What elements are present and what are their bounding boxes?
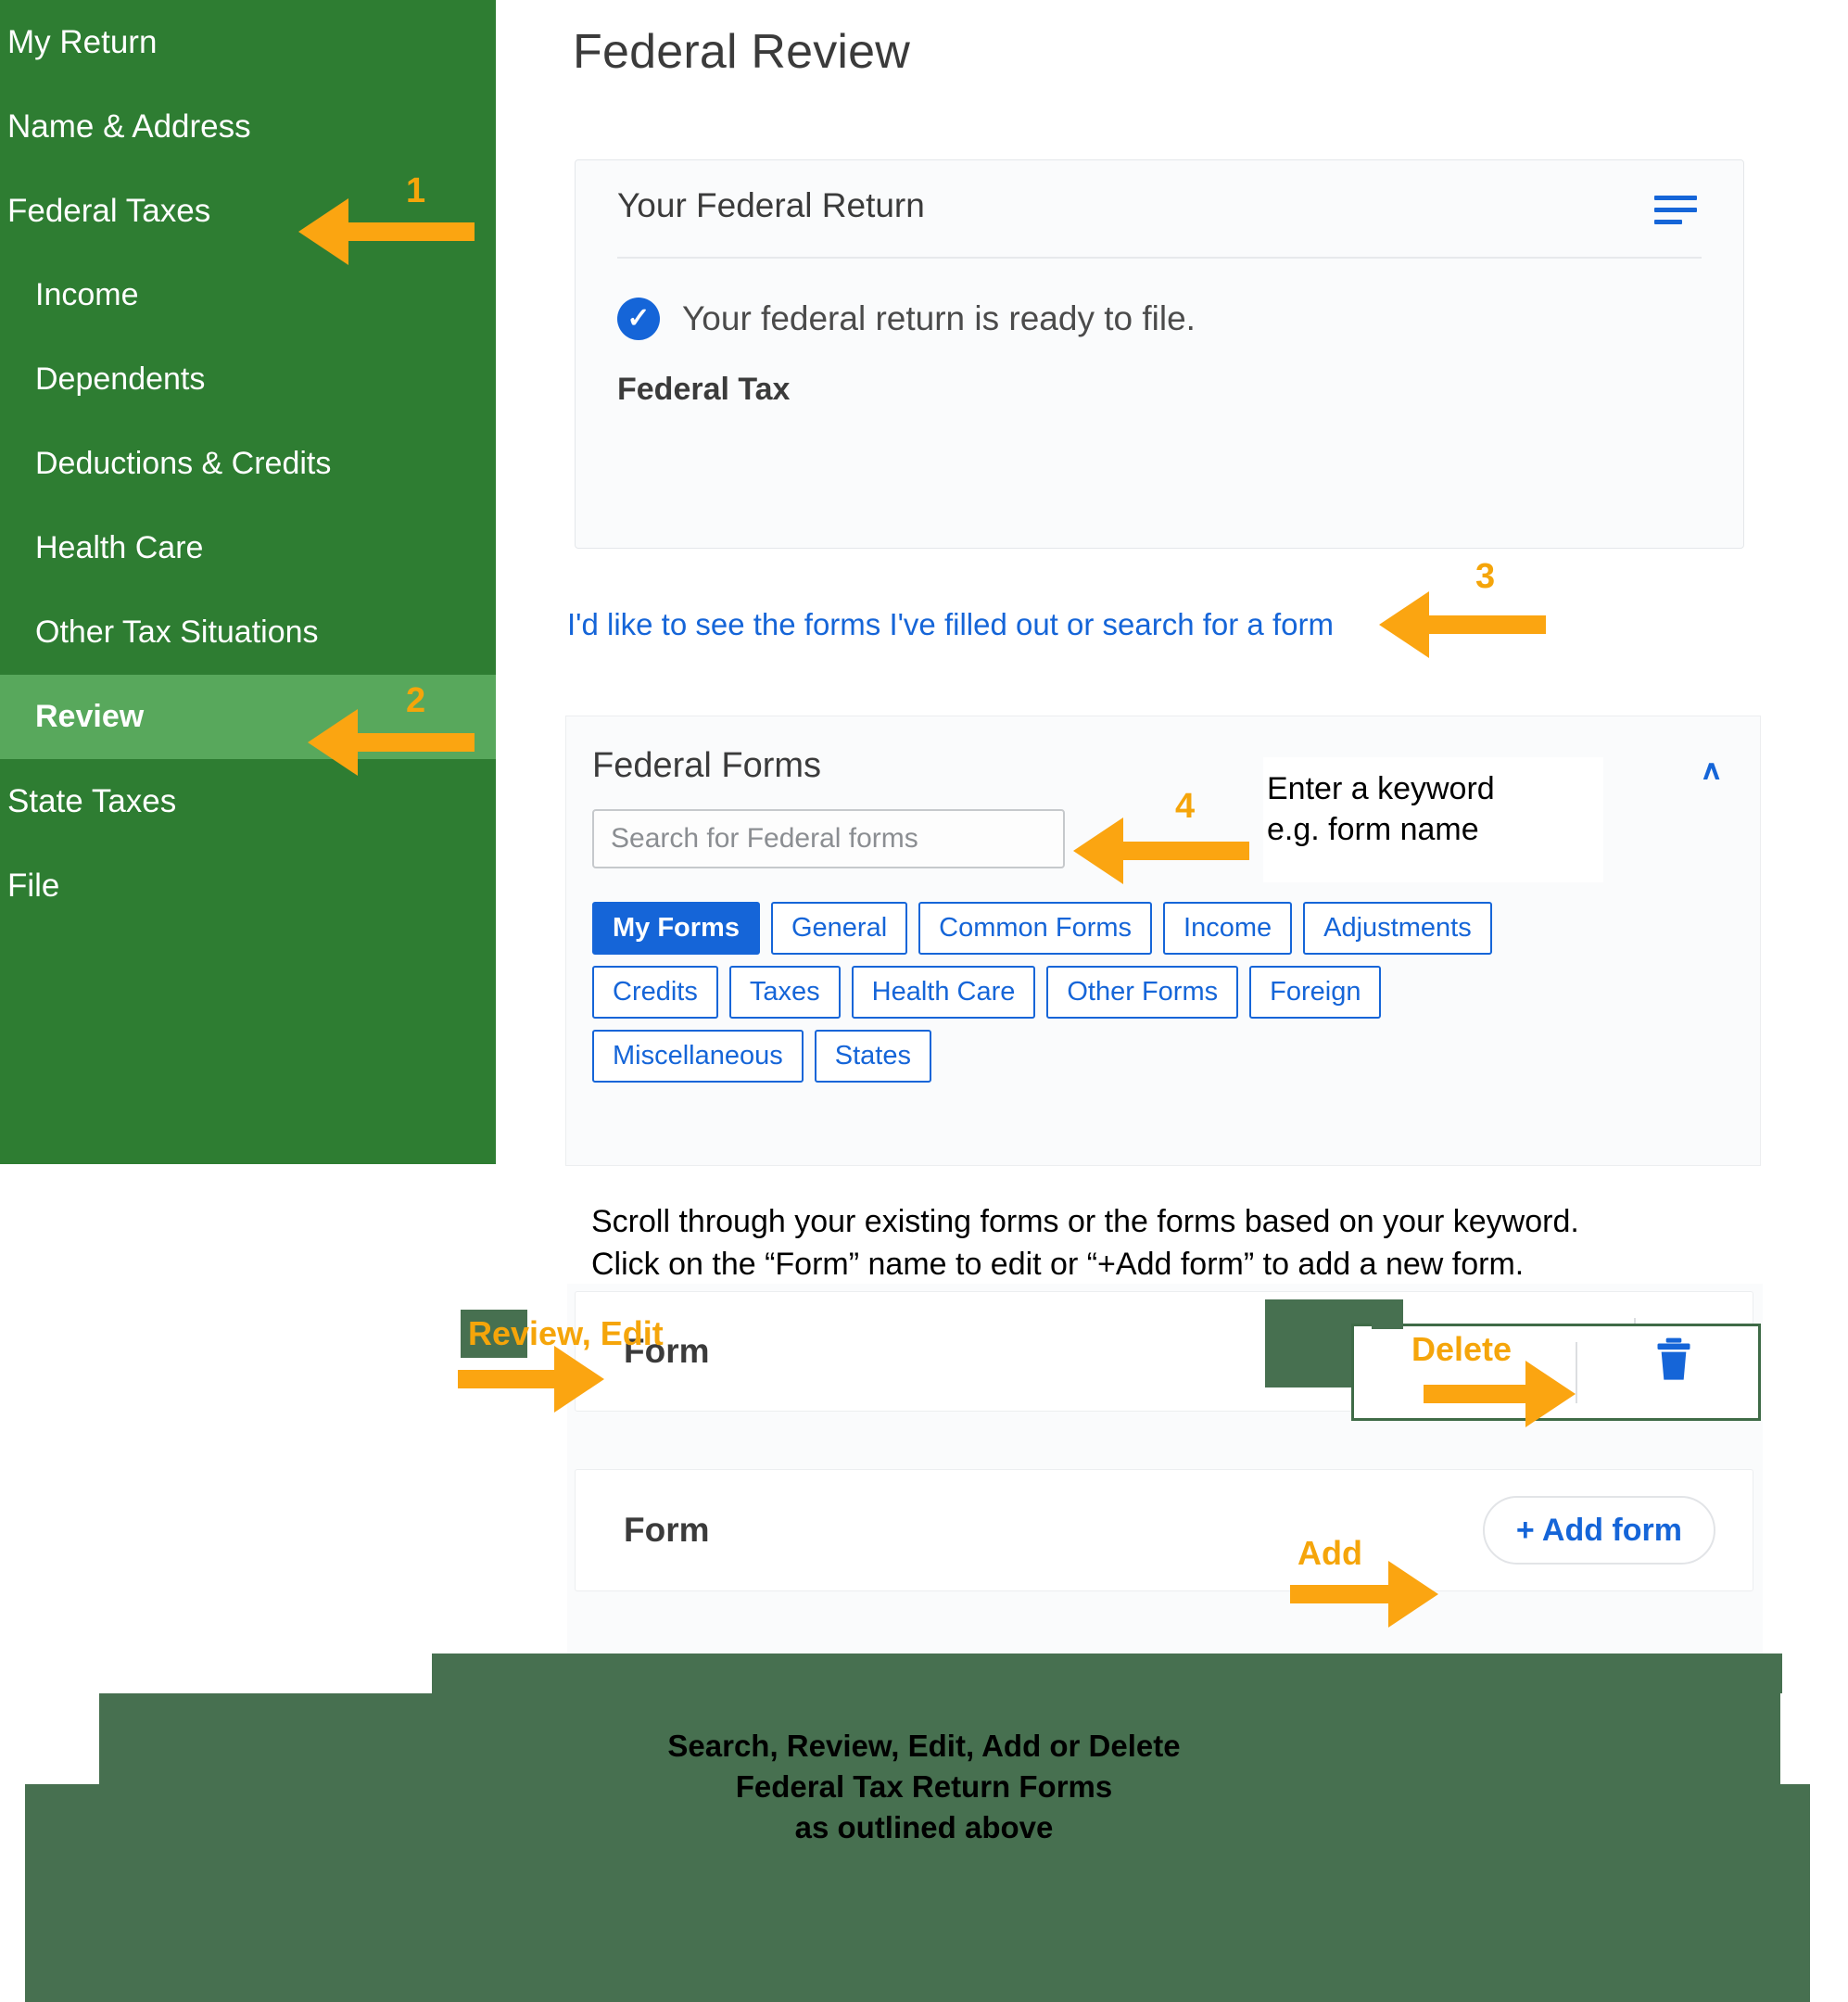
callout-arrow-2: [308, 709, 475, 776]
search-input[interactable]: [592, 809, 1065, 868]
chip-other-forms[interactable]: Other Forms: [1046, 966, 1239, 1019]
sidebar-item-health-care[interactable]: Health Care: [0, 506, 496, 590]
card-header: Your Federal Return: [576, 160, 1743, 258]
hamburger-line-2: [1654, 208, 1697, 212]
banner-band-top-right: [1576, 1654, 1782, 1693]
trash-icon[interactable]: [1655, 1337, 1692, 1383]
hamburger-menu-icon[interactable]: [1654, 196, 1697, 224]
return-status-text: Your federal return is ready to file.: [682, 299, 1196, 337]
sidebar-item-file[interactable]: File: [0, 843, 496, 928]
card-divider: [617, 257, 1702, 259]
table-row[interactable]: Form + Add form: [575, 1469, 1753, 1591]
chip-general[interactable]: General: [770, 902, 908, 955]
chip-common-forms[interactable]: Common Forms: [918, 902, 1153, 955]
green-occluder-small: [1372, 1299, 1403, 1329]
keyword-callout-line2: e.g. form name: [1267, 812, 1479, 847]
banner-caption-line3: as outlined above: [794, 1810, 1054, 1844]
callout-arrow-1: [298, 198, 475, 265]
chip-income[interactable]: Income: [1163, 902, 1293, 955]
sidebar-item-dependents[interactable]: Dependents: [0, 337, 496, 422]
review-edit-arrow: [458, 1346, 643, 1413]
keyword-callout: Enter a keyword e.g. form name: [1263, 757, 1603, 882]
chip-row-3: Miscellaneous States: [592, 1030, 1741, 1083]
chip-miscellaneous[interactable]: Miscellaneous: [592, 1030, 804, 1083]
card-title: Your Federal Return: [617, 186, 925, 224]
keyword-callout-line1: Enter a keyword: [1267, 771, 1495, 806]
delete-arrow: [1424, 1361, 1577, 1427]
see-forms-link[interactable]: I'd like to see the forms I've filled ou…: [567, 607, 1334, 642]
page-title: Federal Review: [573, 25, 911, 79]
form-row-label[interactable]: Form: [624, 1511, 710, 1550]
form-category-chips: My Forms General Common Forms Income Adj…: [592, 902, 1741, 1094]
chip-states[interactable]: States: [814, 1030, 931, 1083]
hamburger-line-3: [1654, 220, 1682, 224]
chip-health-care[interactable]: Health Care: [851, 966, 1036, 1019]
chip-taxes[interactable]: Taxes: [728, 966, 841, 1019]
chip-my-forms[interactable]: My Forms: [592, 902, 760, 955]
federal-forms-title: Federal Forms: [592, 746, 822, 785]
add-arrow: [1290, 1561, 1466, 1628]
check-circle-icon: ✓: [617, 298, 660, 340]
callout-arrow-3: [1379, 591, 1546, 658]
scroll-instructions-line1: Scroll through your existing forms or th…: [591, 1204, 1579, 1239]
your-federal-return-card: Your Federal Return ✓ Your federal retur…: [575, 159, 1744, 549]
chip-row-2: Credits Taxes Health Care Other Forms Fo…: [592, 966, 1741, 1019]
delete-row-separator: [1576, 1342, 1577, 1403]
sidebar-item-deductions-credits[interactable]: Deductions & Credits: [0, 422, 496, 506]
hamburger-line-1: [1654, 196, 1697, 200]
add-form-button[interactable]: + Add form: [1482, 1496, 1715, 1565]
chip-foreign[interactable]: Foreign: [1249, 966, 1382, 1019]
federal-tax-label: Federal Tax: [617, 372, 791, 407]
sidebar-item-my-return[interactable]: My Return: [0, 0, 496, 84]
sidebar-item-other-tax-situations[interactable]: Other Tax Situations: [0, 590, 496, 675]
banner-caption: Search, Review, Edit, Add or Delete Fede…: [0, 1726, 1848, 1848]
chip-adjustments[interactable]: Adjustments: [1303, 902, 1492, 955]
callout-arrow-4: [1073, 817, 1249, 884]
banner-caption-line1: Search, Review, Edit, Add or Delete: [667, 1729, 1181, 1763]
scroll-instructions-line2: Click on the “Form” name to edit or “+Ad…: [591, 1247, 1525, 1282]
sidebar-item-name-address[interactable]: Name & Address: [0, 84, 496, 169]
scroll-instructions: Scroll through your existing forms or th…: [591, 1200, 1740, 1286]
screenshot-root: My Return Name & Address Federal Taxes I…: [0, 0, 1848, 2002]
chip-row-1: My Forms General Common Forms Income Adj…: [592, 902, 1741, 955]
chip-credits[interactable]: Credits: [592, 966, 718, 1019]
banner-caption-line2: Federal Tax Return Forms: [735, 1769, 1113, 1804]
chevron-up-icon[interactable]: ∧: [1700, 754, 1723, 786]
sidebar-item-income[interactable]: Income: [0, 253, 496, 337]
return-status: ✓ Your federal return is ready to file.: [617, 298, 1196, 340]
